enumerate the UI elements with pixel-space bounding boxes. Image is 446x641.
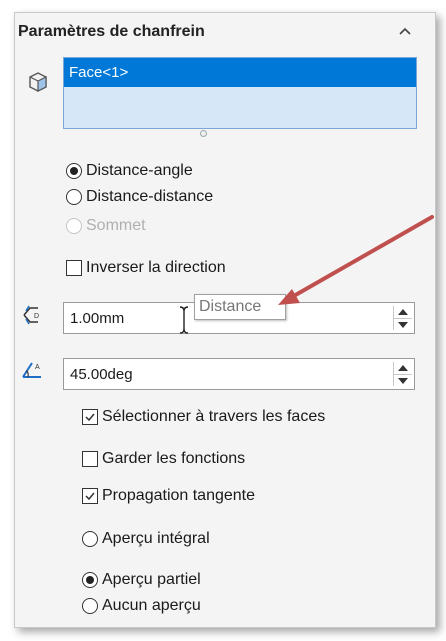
distance-value[interactable]: 1.00mm <box>70 310 124 327</box>
radio-button-disabled <box>66 218 82 234</box>
angle-spinner[interactable] <box>393 362 412 386</box>
select-through-faces-checkbox[interactable]: Sélectionner à travers les faces <box>82 408 325 426</box>
angle-input[interactable]: 45.00deg <box>63 358 415 390</box>
selection-item[interactable]: Face<1> <box>64 58 416 87</box>
radio-label: Distance-angle <box>86 162 193 179</box>
radio-full-preview[interactable]: Aperçu intégral <box>82 530 210 548</box>
text-cursor-icon <box>179 306 189 334</box>
radio-button[interactable] <box>82 531 98 547</box>
increment-button[interactable] <box>394 306 412 319</box>
face-selection-icon <box>29 72 47 92</box>
radio-button-selected[interactable] <box>82 572 98 588</box>
radio-button[interactable] <box>66 189 82 205</box>
decrement-button[interactable] <box>394 375 412 387</box>
checkbox-label: Propagation tangente <box>102 487 256 504</box>
svg-text:D: D <box>34 313 39 320</box>
radio-no-preview[interactable]: Aucun aperçu <box>82 597 201 615</box>
distance-tooltip: Distance <box>194 294 286 320</box>
collapse-icon[interactable] <box>398 26 412 36</box>
checkbox-label: Inverser la direction <box>86 259 226 276</box>
radio-label: Aucun aperçu <box>102 597 201 614</box>
checkbox-checked[interactable] <box>82 488 98 504</box>
checkbox[interactable] <box>66 260 82 276</box>
angle-icon: A <box>22 362 41 378</box>
panel-title: Paramètres de chanfrein <box>18 23 205 40</box>
angle-value[interactable]: 45.00deg <box>70 366 133 383</box>
list-resize-handle[interactable] <box>200 130 207 137</box>
svg-text:A: A <box>35 364 40 371</box>
radio-distance-distance[interactable]: Distance-distance <box>66 188 213 206</box>
radio-sommet: Sommet <box>66 217 146 235</box>
radio-button-selected[interactable] <box>66 163 82 179</box>
flip-direction-checkbox[interactable]: Inverser la direction <box>66 259 226 277</box>
checkbox-label: Sélectionner à travers les faces <box>102 408 326 425</box>
distance-icon: D <box>23 305 39 325</box>
radio-label: Aperçu intégral <box>102 530 210 547</box>
selection-list[interactable]: Face<1> <box>63 57 417 129</box>
tangent-propagation-checkbox[interactable]: Propagation tangente <box>82 487 255 505</box>
radio-distance-angle[interactable]: Distance-angle <box>66 162 193 180</box>
checkbox[interactable] <box>82 451 98 467</box>
radio-label: Aperçu partiel <box>102 571 201 588</box>
decrement-button[interactable] <box>394 319 412 331</box>
radio-partial-preview[interactable]: Aperçu partiel <box>82 571 201 589</box>
increment-button[interactable] <box>394 362 412 375</box>
keep-features-checkbox[interactable]: Garder les fonctions <box>82 450 245 468</box>
distance-spinner[interactable] <box>393 306 412 330</box>
radio-label: Distance-distance <box>86 188 214 205</box>
radio-button[interactable] <box>82 598 98 614</box>
checkbox-label: Garder les fonctions <box>102 450 246 467</box>
checkbox-checked[interactable] <box>82 409 98 425</box>
radio-label: Sommet <box>86 217 146 234</box>
